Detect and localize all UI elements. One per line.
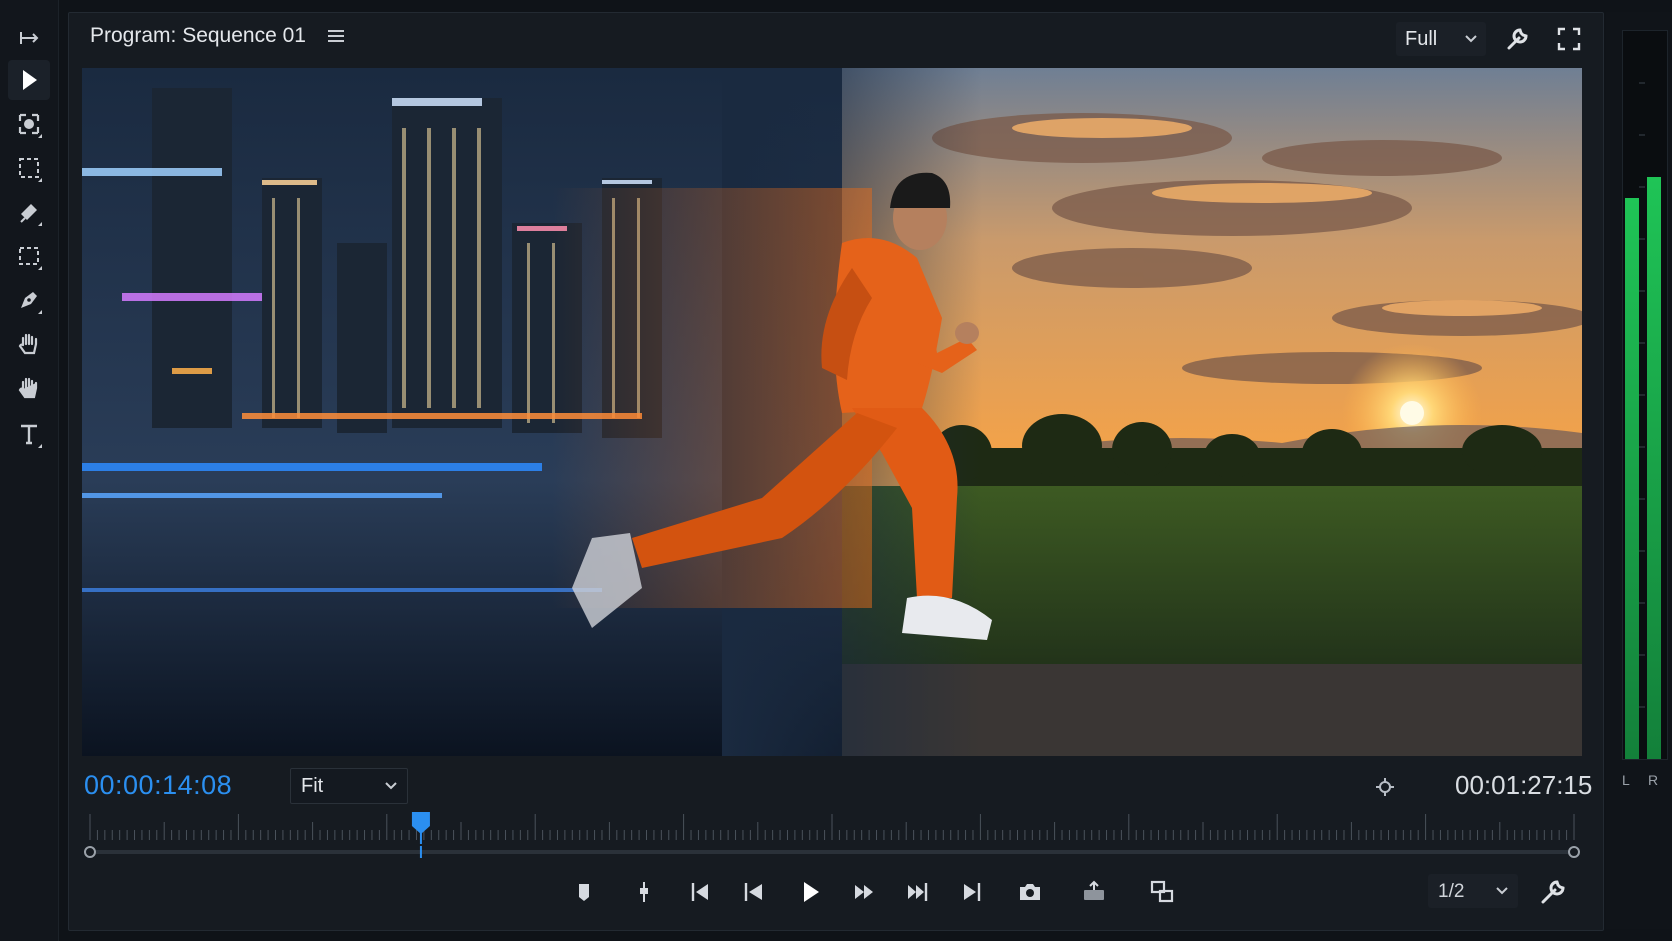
- tool-panel: [0, 0, 59, 941]
- slip-icon[interactable]: [8, 236, 50, 276]
- button-editor-wrench-icon[interactable]: [1535, 874, 1571, 910]
- ripple-edit-icon[interactable]: [8, 104, 50, 144]
- zoom-hand-icon[interactable]: [8, 368, 50, 408]
- mark-in-out-icon[interactable]: [622, 870, 666, 914]
- playback-settings-icon[interactable]: [1374, 776, 1396, 798]
- go-to-out-icon[interactable]: [896, 870, 940, 914]
- duration-timecode: 00:01:27:15: [1455, 770, 1593, 800]
- current-timecode[interactable]: 00:00:14:08: [84, 770, 232, 801]
- extract-icon[interactable]: [1140, 870, 1184, 914]
- step-forward-icon[interactable]: [842, 870, 886, 914]
- chevron-down-icon: [1496, 887, 1508, 895]
- hand-icon[interactable]: [8, 324, 50, 364]
- time-ruler[interactable]: [84, 812, 1580, 844]
- channel-right-label: R: [1648, 772, 1659, 788]
- go-to-end-icon[interactable]: [950, 870, 994, 914]
- playback-resolution-label: 1/2: [1438, 881, 1465, 902]
- panel-title: Program: Sequence 01: [90, 24, 306, 47]
- selection-arrow-icon[interactable]: [8, 60, 50, 100]
- zoom-scrollbar[interactable]: [84, 845, 1580, 858]
- zoom-fit-label: Fit: [301, 775, 324, 797]
- channel-left-label: L: [1622, 772, 1630, 788]
- playback-quality-label: Full: [1405, 28, 1438, 50]
- playhead[interactable]: [411, 812, 430, 844]
- go-to-in-icon[interactable]: [678, 870, 722, 914]
- audio-meter: [1622, 30, 1668, 760]
- panel-menu-icon[interactable]: [325, 26, 347, 46]
- fullscreen-icon[interactable]: [1552, 22, 1586, 56]
- playback-quality-select[interactable]: Full: [1396, 22, 1486, 56]
- play-icon[interactable]: [788, 870, 832, 914]
- playback-resolution-select[interactable]: 1/2: [1428, 874, 1518, 908]
- track-select-icon[interactable]: [8, 18, 50, 58]
- video-frame-image: [82, 68, 1582, 756]
- lift-icon[interactable]: [1072, 870, 1116, 914]
- chevron-down-icon: [385, 782, 397, 790]
- scroll-end-handle[interactable]: [1568, 846, 1580, 858]
- pen-icon[interactable]: [8, 280, 50, 320]
- wrench-icon[interactable]: [1500, 22, 1534, 56]
- zoom-fit-select[interactable]: Fit: [290, 768, 408, 804]
- rolling-edit-icon[interactable]: [8, 148, 50, 188]
- transport-controls: [579, 870, 1174, 914]
- scroll-start-handle[interactable]: [84, 846, 96, 858]
- export-frame-icon[interactable]: [1008, 870, 1052, 914]
- razor-icon[interactable]: [8, 192, 50, 232]
- chevron-down-icon: [1465, 35, 1477, 43]
- program-video-frame[interactable]: [82, 68, 1582, 756]
- type-icon[interactable]: [8, 414, 50, 454]
- step-back-icon[interactable]: [732, 870, 776, 914]
- add-marker-icon[interactable]: [562, 870, 606, 914]
